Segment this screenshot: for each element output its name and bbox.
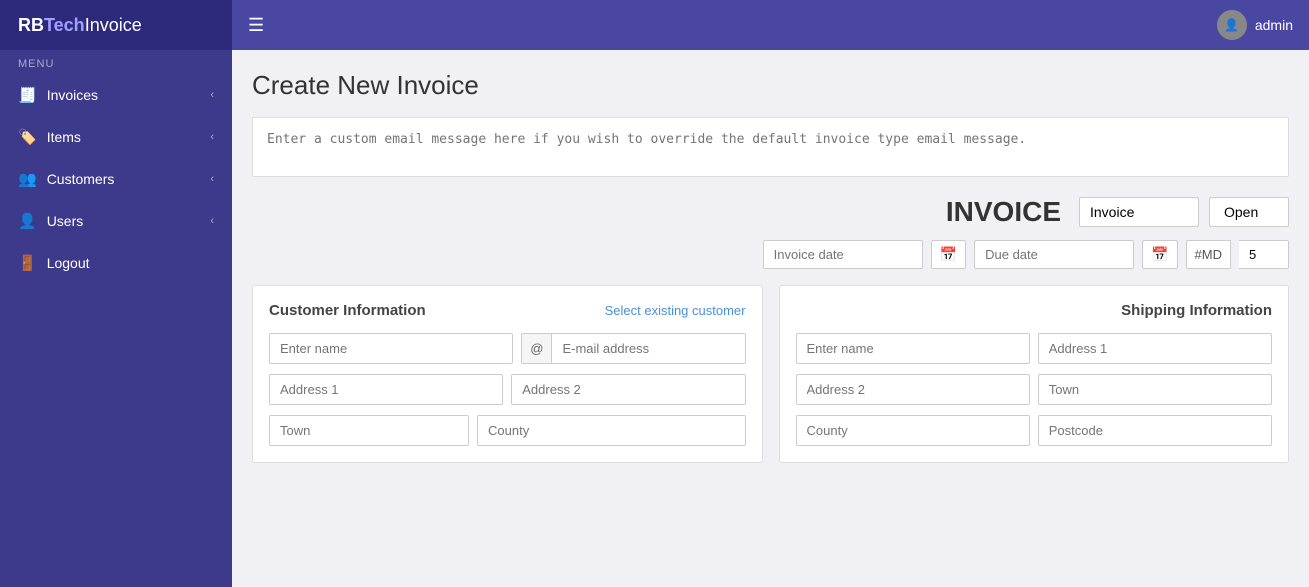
invoice-type-select[interactable]: Invoice Quote Credit Note: [1079, 197, 1199, 227]
invoices-icon: 🧾: [18, 86, 37, 104]
invoice-date-input[interactable]: [763, 240, 923, 269]
select-existing-customer-link[interactable]: Select existing customer: [605, 303, 746, 318]
sidebar-item-invoices-label: Invoices: [47, 87, 98, 103]
chevron-icon: ‹: [210, 173, 214, 185]
customers-icon: 👥: [18, 170, 37, 188]
invoice-date-calendar-btn[interactable]: 📅: [931, 240, 966, 269]
chevron-icon: ‹: [210, 131, 214, 143]
sidebar-item-logout-label: Logout: [47, 255, 90, 271]
shipping-card-title: Shipping Information: [1121, 302, 1272, 319]
invoice-label: INVOICE: [946, 196, 1061, 228]
chevron-icon: ‹: [210, 89, 214, 101]
menu-toggle-icon[interactable]: ☰: [248, 15, 264, 36]
sidebar-item-users[interactable]: 👤 Users ‹: [0, 200, 232, 242]
cards-row: Customer Information Select existing cus…: [252, 285, 1289, 463]
shipping-info-card: Shipping Information: [779, 285, 1290, 463]
menu-label: MENU: [0, 50, 232, 74]
customer-name-row: @: [269, 333, 746, 364]
date-row: 📅 📅 #MD 5: [252, 240, 1289, 269]
customer-address2-input[interactable]: [511, 374, 745, 405]
shipping-name-address1-row: [796, 333, 1273, 364]
app-name-tech: Tech: [44, 15, 85, 36]
user-name: admin: [1255, 17, 1293, 33]
customer-info-card: Customer Information Select existing cus…: [252, 285, 763, 463]
shipping-address2-input[interactable]: [796, 374, 1030, 405]
customer-town-county-row: [269, 415, 746, 446]
avatar: 👤: [1217, 10, 1247, 40]
customer-card-header: Customer Information Select existing cus…: [269, 302, 746, 319]
sidebar-item-customers[interactable]: 👥 Customers ‹: [0, 158, 232, 200]
shipping-town-input[interactable]: [1038, 374, 1272, 405]
logout-icon: 🚪: [18, 254, 37, 272]
shipping-county-input[interactable]: [796, 415, 1030, 446]
customer-email-wrapper: @: [521, 333, 745, 364]
customer-county-input[interactable]: [477, 415, 746, 446]
email-at-symbol: @: [522, 334, 552, 363]
md-label: #MD: [1186, 240, 1231, 269]
sidebar-header: RB Tech Invoice: [0, 0, 232, 50]
shipping-address2-town-row: [796, 374, 1273, 405]
users-icon: 👤: [18, 212, 37, 230]
sidebar-item-invoices[interactable]: 🧾 Invoices ‹: [0, 74, 232, 116]
sidebar-item-items[interactable]: 🏷️ Items ‹: [0, 116, 232, 158]
customer-card-fields: @: [269, 333, 746, 446]
sidebar-item-items-label: Items: [47, 129, 81, 145]
topbar-user: 👤 admin: [1217, 10, 1293, 40]
shipping-postcode-input[interactable]: [1038, 415, 1272, 446]
topbar: ☰ 👤 admin: [232, 0, 1309, 50]
shipping-address1-input[interactable]: [1038, 333, 1272, 364]
page-title: Create New Invoice: [252, 70, 1289, 101]
app-name-rb: RB: [18, 15, 44, 36]
customer-address1-input[interactable]: [269, 374, 503, 405]
sidebar-item-logout[interactable]: 🚪 Logout: [0, 242, 232, 284]
due-date-input[interactable]: [974, 240, 1134, 269]
customer-card-title: Customer Information: [269, 302, 426, 319]
email-message-textarea[interactable]: [252, 117, 1289, 177]
sidebar-item-users-label: Users: [47, 213, 84, 229]
items-icon: 🏷️: [18, 128, 37, 146]
invoice-header-row: INVOICE Invoice Quote Credit Note Open: [252, 196, 1289, 228]
shipping-county-postcode-row: [796, 415, 1273, 446]
md-value: 5: [1239, 240, 1289, 269]
main-content: Create New Invoice INVOICE Invoice Quote…: [232, 50, 1309, 587]
app-name-invoice: Invoice: [85, 15, 142, 36]
customer-email-input[interactable]: [552, 334, 745, 363]
customer-name-input[interactable]: [269, 333, 513, 364]
shipping-card-fields: [796, 333, 1273, 446]
due-date-calendar-btn[interactable]: 📅: [1142, 240, 1177, 269]
shipping-card-header: Shipping Information: [796, 302, 1273, 319]
customer-town-input[interactable]: [269, 415, 469, 446]
sidebar-item-customers-label: Customers: [47, 171, 115, 187]
chevron-icon: ‹: [210, 215, 214, 227]
invoice-status: Open: [1209, 197, 1289, 227]
customer-address1-row: [269, 374, 746, 405]
sidebar: RB Tech Invoice MENU 🧾 Invoices ‹ 🏷️ Ite…: [0, 0, 232, 587]
shipping-name-input[interactable]: [796, 333, 1030, 364]
